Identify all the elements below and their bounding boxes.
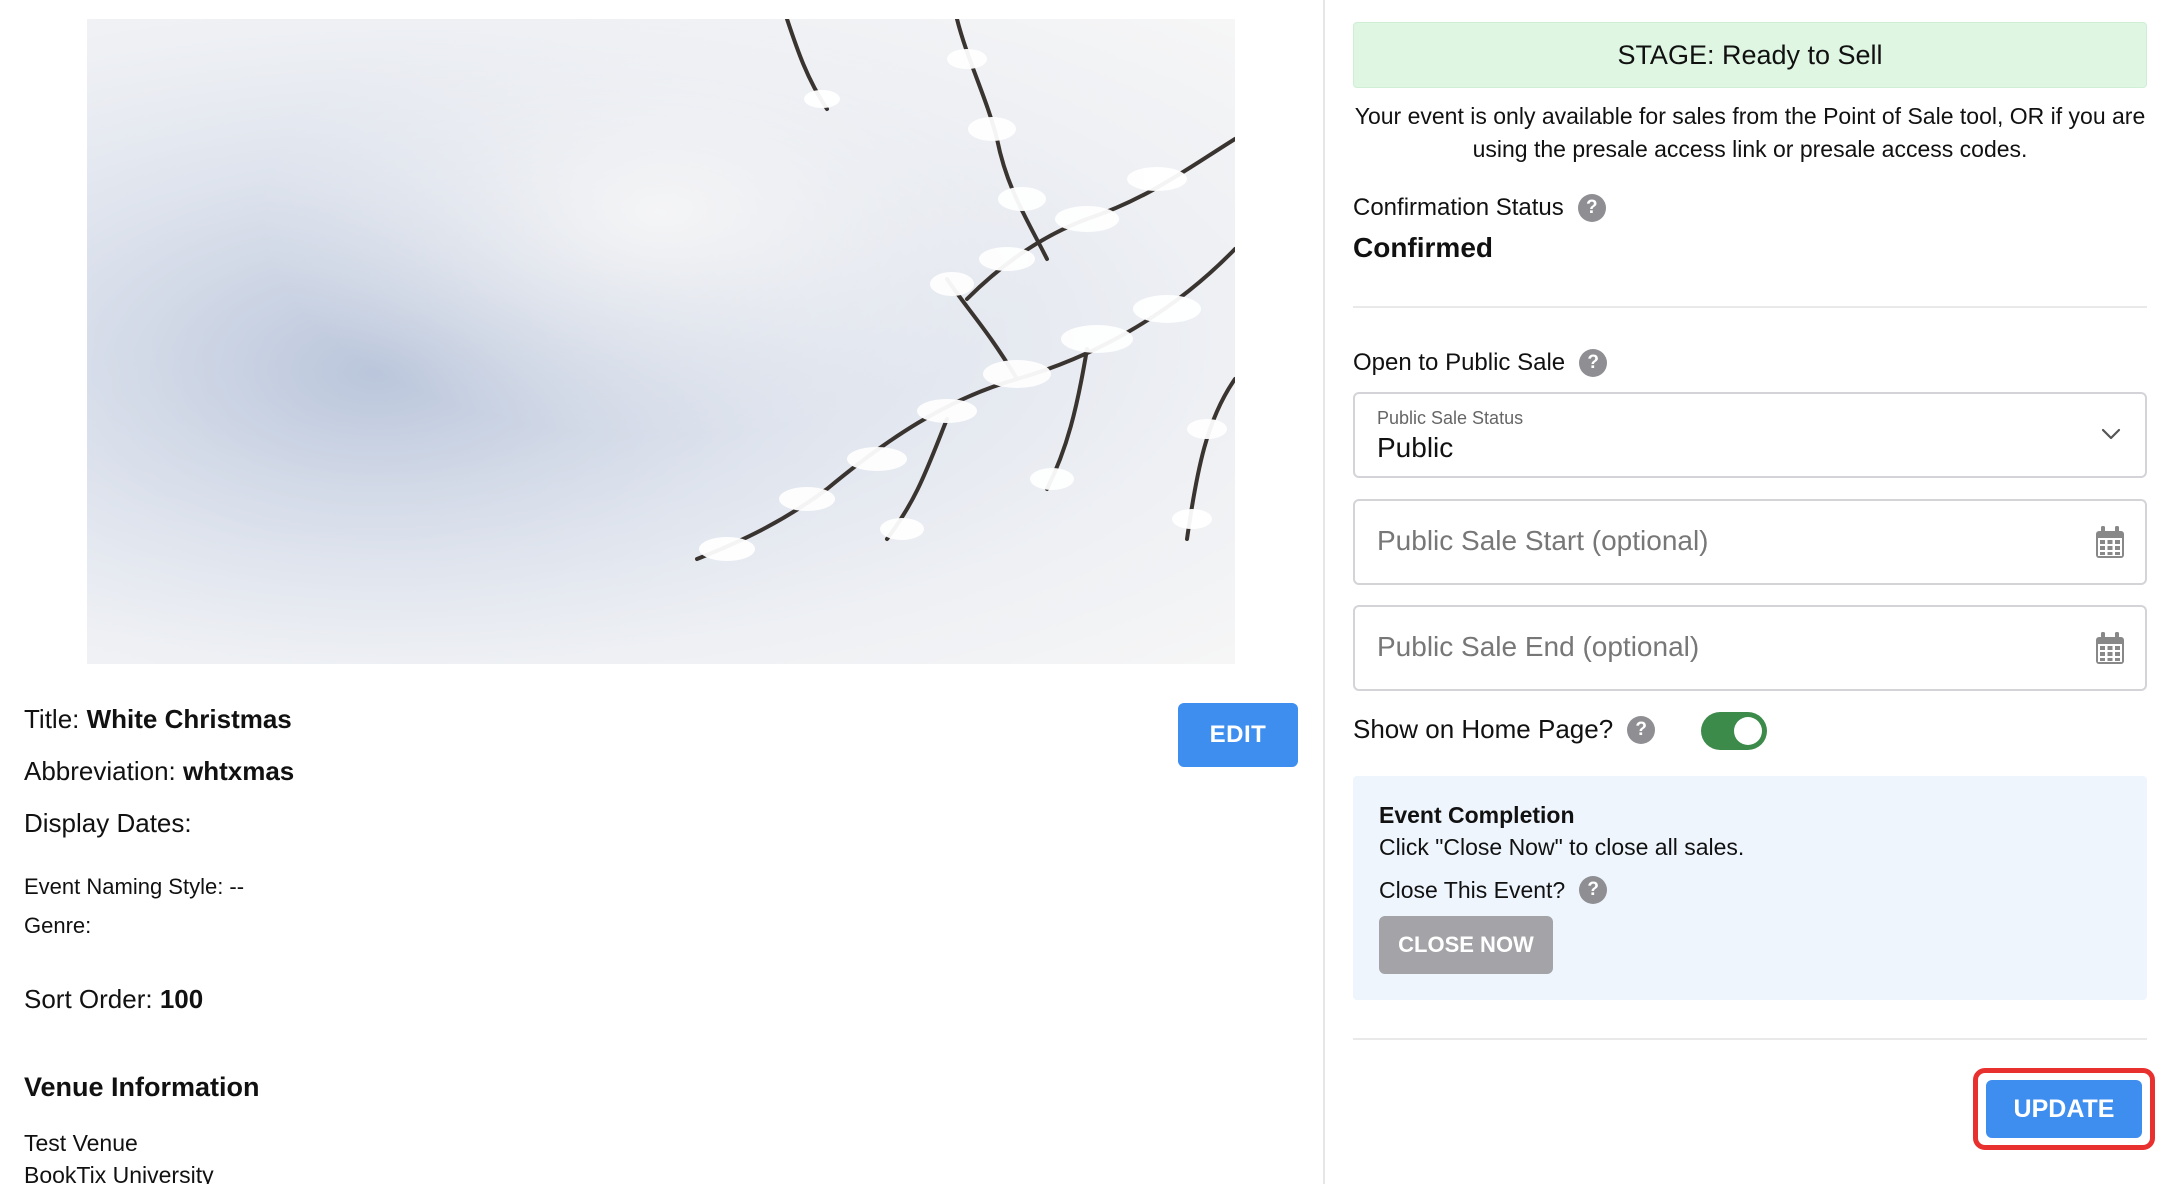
chevron-down-icon: [2101, 428, 2121, 440]
event-image: [87, 19, 1235, 664]
venue-name: Test Venue: [24, 1130, 138, 1156]
edit-button[interactable]: EDIT: [1178, 703, 1298, 767]
event-details-pane: Title: White Christmas EDIT Abbreviation…: [0, 0, 1323, 1184]
abbreviation-label: Abbreviation:: [24, 756, 176, 786]
event-completion-description: Click "Close Now" to close all sales.: [1379, 834, 1745, 860]
genre-label: Genre:: [24, 913, 92, 938]
event-title-row: Title: White Christmas: [24, 704, 292, 735]
public-sale-start-placeholder: Public Sale Start (optional): [1377, 525, 1709, 556]
abbreviation-row: Abbreviation: whtxmas: [24, 756, 294, 787]
sort-order-label: Sort Order:: [24, 984, 153, 1014]
help-icon[interactable]: ?: [1579, 876, 1608, 904]
update-button[interactable]: UPDATE: [1986, 1080, 2142, 1138]
update-button-highlight: UPDATE: [1973, 1068, 2155, 1150]
event-completion-panel: Event Completion Click "Close Now" to cl…: [1353, 776, 2147, 1000]
event-title: White Christmas: [86, 704, 292, 734]
event-settings-pane: STAGE: Ready to Sell Your event is only …: [1325, 0, 2176, 1184]
calendar-icon[interactable]: [2093, 631, 2127, 667]
public-sale-status-value: Public: [1377, 432, 1454, 463]
open-to-public-sale-label: Open to Public Sale: [1353, 349, 1566, 376]
venue-information-heading: Venue Information: [24, 1072, 260, 1102]
toggle-knob: [1734, 717, 1762, 745]
help-icon[interactable]: ?: [1577, 194, 1606, 222]
venue-organization: BookTix University: [24, 1162, 214, 1184]
public-sale-start-input[interactable]: Public Sale Start (optional): [1353, 499, 2147, 585]
help-icon[interactable]: ?: [1627, 715, 1656, 744]
section-divider: [1353, 1038, 2147, 1040]
event-completion-title: Event Completion: [1379, 802, 1575, 828]
public-sale-end-input[interactable]: Public Sale End (optional): [1353, 605, 2147, 691]
event-title-label: Title:: [24, 704, 80, 734]
public-sale-status-label: Public Sale Status: [1377, 408, 1524, 428]
stage-banner: STAGE: Ready to Sell: [1353, 22, 2147, 88]
display-dates-label: Display Dates:: [24, 808, 192, 838]
confirmation-status-value: Confirmed: [1353, 232, 1493, 263]
snowy-branches-image: [87, 19, 1235, 664]
show-on-home-page-label: Show on Home Page?: [1353, 714, 1614, 744]
public-sale-status-select[interactable]: Public Sale Status Public: [1353, 392, 2147, 478]
confirmation-status-label: Confirmation Status: [1353, 194, 1564, 221]
abbreviation-value: whtxmas: [183, 756, 295, 786]
calendar-icon[interactable]: [2093, 525, 2127, 561]
show-on-home-page-row: Show on Home Page? ?: [1353, 714, 1656, 745]
public-sale-end-placeholder: Public Sale End (optional): [1377, 631, 1700, 662]
close-this-event-label: Close This Event?: [1379, 876, 1566, 903]
event-naming-style: Event Naming Style: --: [24, 874, 245, 899]
sort-order-row: Sort Order: 100: [24, 984, 203, 1015]
stage-description: Your event is only available for sales f…: [1354, 103, 2146, 162]
section-divider: [1353, 306, 2147, 308]
help-icon[interactable]: ?: [1579, 349, 1608, 377]
sort-order-value: 100: [159, 984, 204, 1014]
close-this-event-row: Close This Event? ?: [1379, 876, 1608, 904]
confirmation-status-row: Confirmation Status ?: [1353, 194, 1606, 222]
show-on-home-page-toggle[interactable]: [1701, 712, 1767, 750]
public-sale-row: Open to Public Sale ?: [1353, 349, 1608, 377]
close-now-button[interactable]: CLOSE NOW: [1379, 916, 1553, 974]
